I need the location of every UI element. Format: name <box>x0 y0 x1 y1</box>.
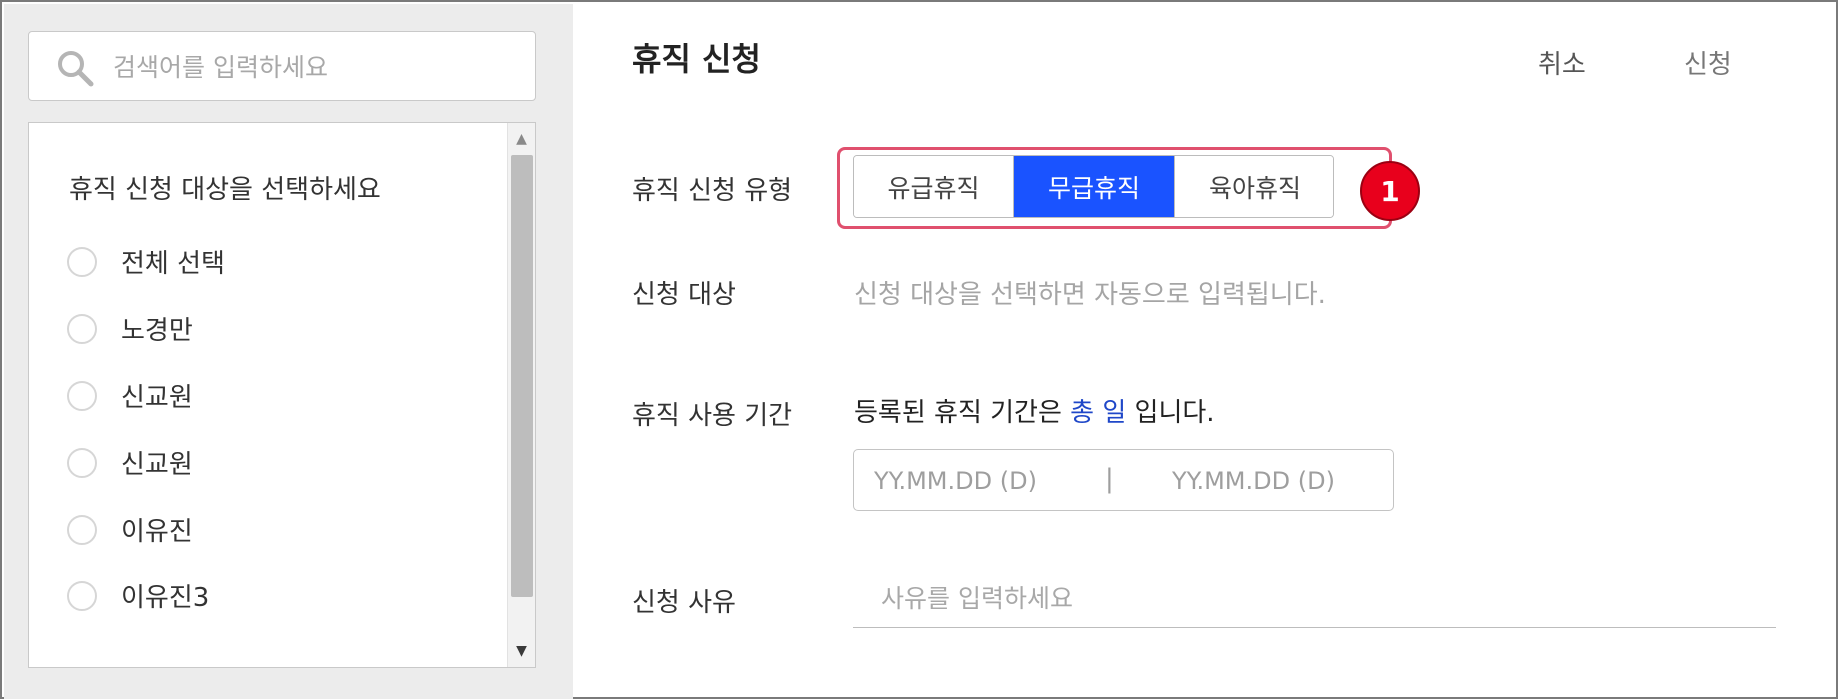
scroll-down-arrow-icon[interactable]: ▼ <box>508 637 535 665</box>
leave-type-childcare[interactable]: 육아휴직 <box>1175 156 1333 217</box>
target-list: 휴직 신청 대상을 선택하세요 전체 선택 노경만 신교원 신교원 이유진 이유… <box>28 122 536 668</box>
list-scrollbar[interactable]: ▲ ▼ <box>507 123 535 667</box>
reason-label: 신청 사유 <box>632 588 736 618</box>
target-list-heading: 휴직 신청 대상을 선택하세요 <box>69 175 381 205</box>
list-item-label: 신교원 <box>121 383 193 413</box>
start-date-input[interactable] <box>874 462 1074 500</box>
list-item[interactable]: 이유진 <box>67 509 467 549</box>
list-item-label: 이유진3 <box>121 583 210 613</box>
list-item-label: 노경만 <box>121 316 193 346</box>
cancel-button[interactable]: 취소 <box>1538 44 1586 81</box>
leave-type-segmented-control: 유급휴직 무급휴직 육아휴직 <box>853 155 1334 218</box>
leave-type-label: 휴직 신청 유형 <box>632 176 793 206</box>
list-item[interactable]: 이유진3 <box>67 575 467 615</box>
period-summary: 등록된 휴직 기간은 총 일 입니다. <box>854 392 1215 429</box>
period-days: 일 <box>1102 398 1127 428</box>
apply-button[interactable]: 신청 <box>1684 44 1732 81</box>
period-total: 총 <box>1070 398 1095 428</box>
period-prefix: 등록된 휴직 기간은 <box>854 398 1062 428</box>
period-suffix: 입니다. <box>1134 398 1215 428</box>
target-hint: 신청 대상을 선택하면 자동으로 입력됩니다. <box>854 280 1326 310</box>
radio-button[interactable] <box>67 448 97 478</box>
leave-type-unpaid[interactable]: 무급휴직 <box>1014 156 1175 217</box>
period-label: 휴직 사용 기간 <box>632 401 793 431</box>
reason-input[interactable] <box>853 570 1776 628</box>
list-item[interactable]: 신교원 <box>67 375 467 415</box>
list-item-label: 신교원 <box>121 450 193 480</box>
target-selection-panel: 휴직 신청 대상을 선택하세요 전체 선택 노경만 신교원 신교원 이유진 <box>4 4 573 699</box>
radio-button[interactable] <box>67 381 97 411</box>
page-title: 휴직 신청 <box>632 40 761 78</box>
list-item-label: 이유진 <box>121 517 193 547</box>
list-item[interactable]: 신교원 <box>67 442 467 482</box>
leave-type-paid[interactable]: 유급휴직 <box>854 156 1014 217</box>
app-window: 휴직 신청 대상을 선택하세요 전체 선택 노경만 신교원 신교원 이유진 <box>0 0 1838 699</box>
list-item-label: 전체 선택 <box>121 249 225 279</box>
end-date-input[interactable] <box>1172 462 1372 500</box>
list-item[interactable]: 노경만 <box>67 308 467 348</box>
radio-button[interactable] <box>67 314 97 344</box>
date-range-field: | <box>853 449 1394 511</box>
radio-button[interactable] <box>67 515 97 545</box>
radio-button[interactable] <box>67 247 97 277</box>
search-box[interactable] <box>28 31 536 101</box>
search-icon <box>58 51 94 87</box>
radio-button[interactable] <box>67 581 97 611</box>
date-separator: | <box>1105 464 1114 494</box>
scroll-up-arrow-icon[interactable]: ▲ <box>508 125 535 153</box>
target-label: 신청 대상 <box>632 280 736 310</box>
step-badge: 1 <box>1360 161 1420 221</box>
scroll-thumb[interactable] <box>511 155 533 597</box>
list-item-select-all[interactable]: 전체 선택 <box>67 241 467 281</box>
search-input[interactable] <box>113 48 513 86</box>
